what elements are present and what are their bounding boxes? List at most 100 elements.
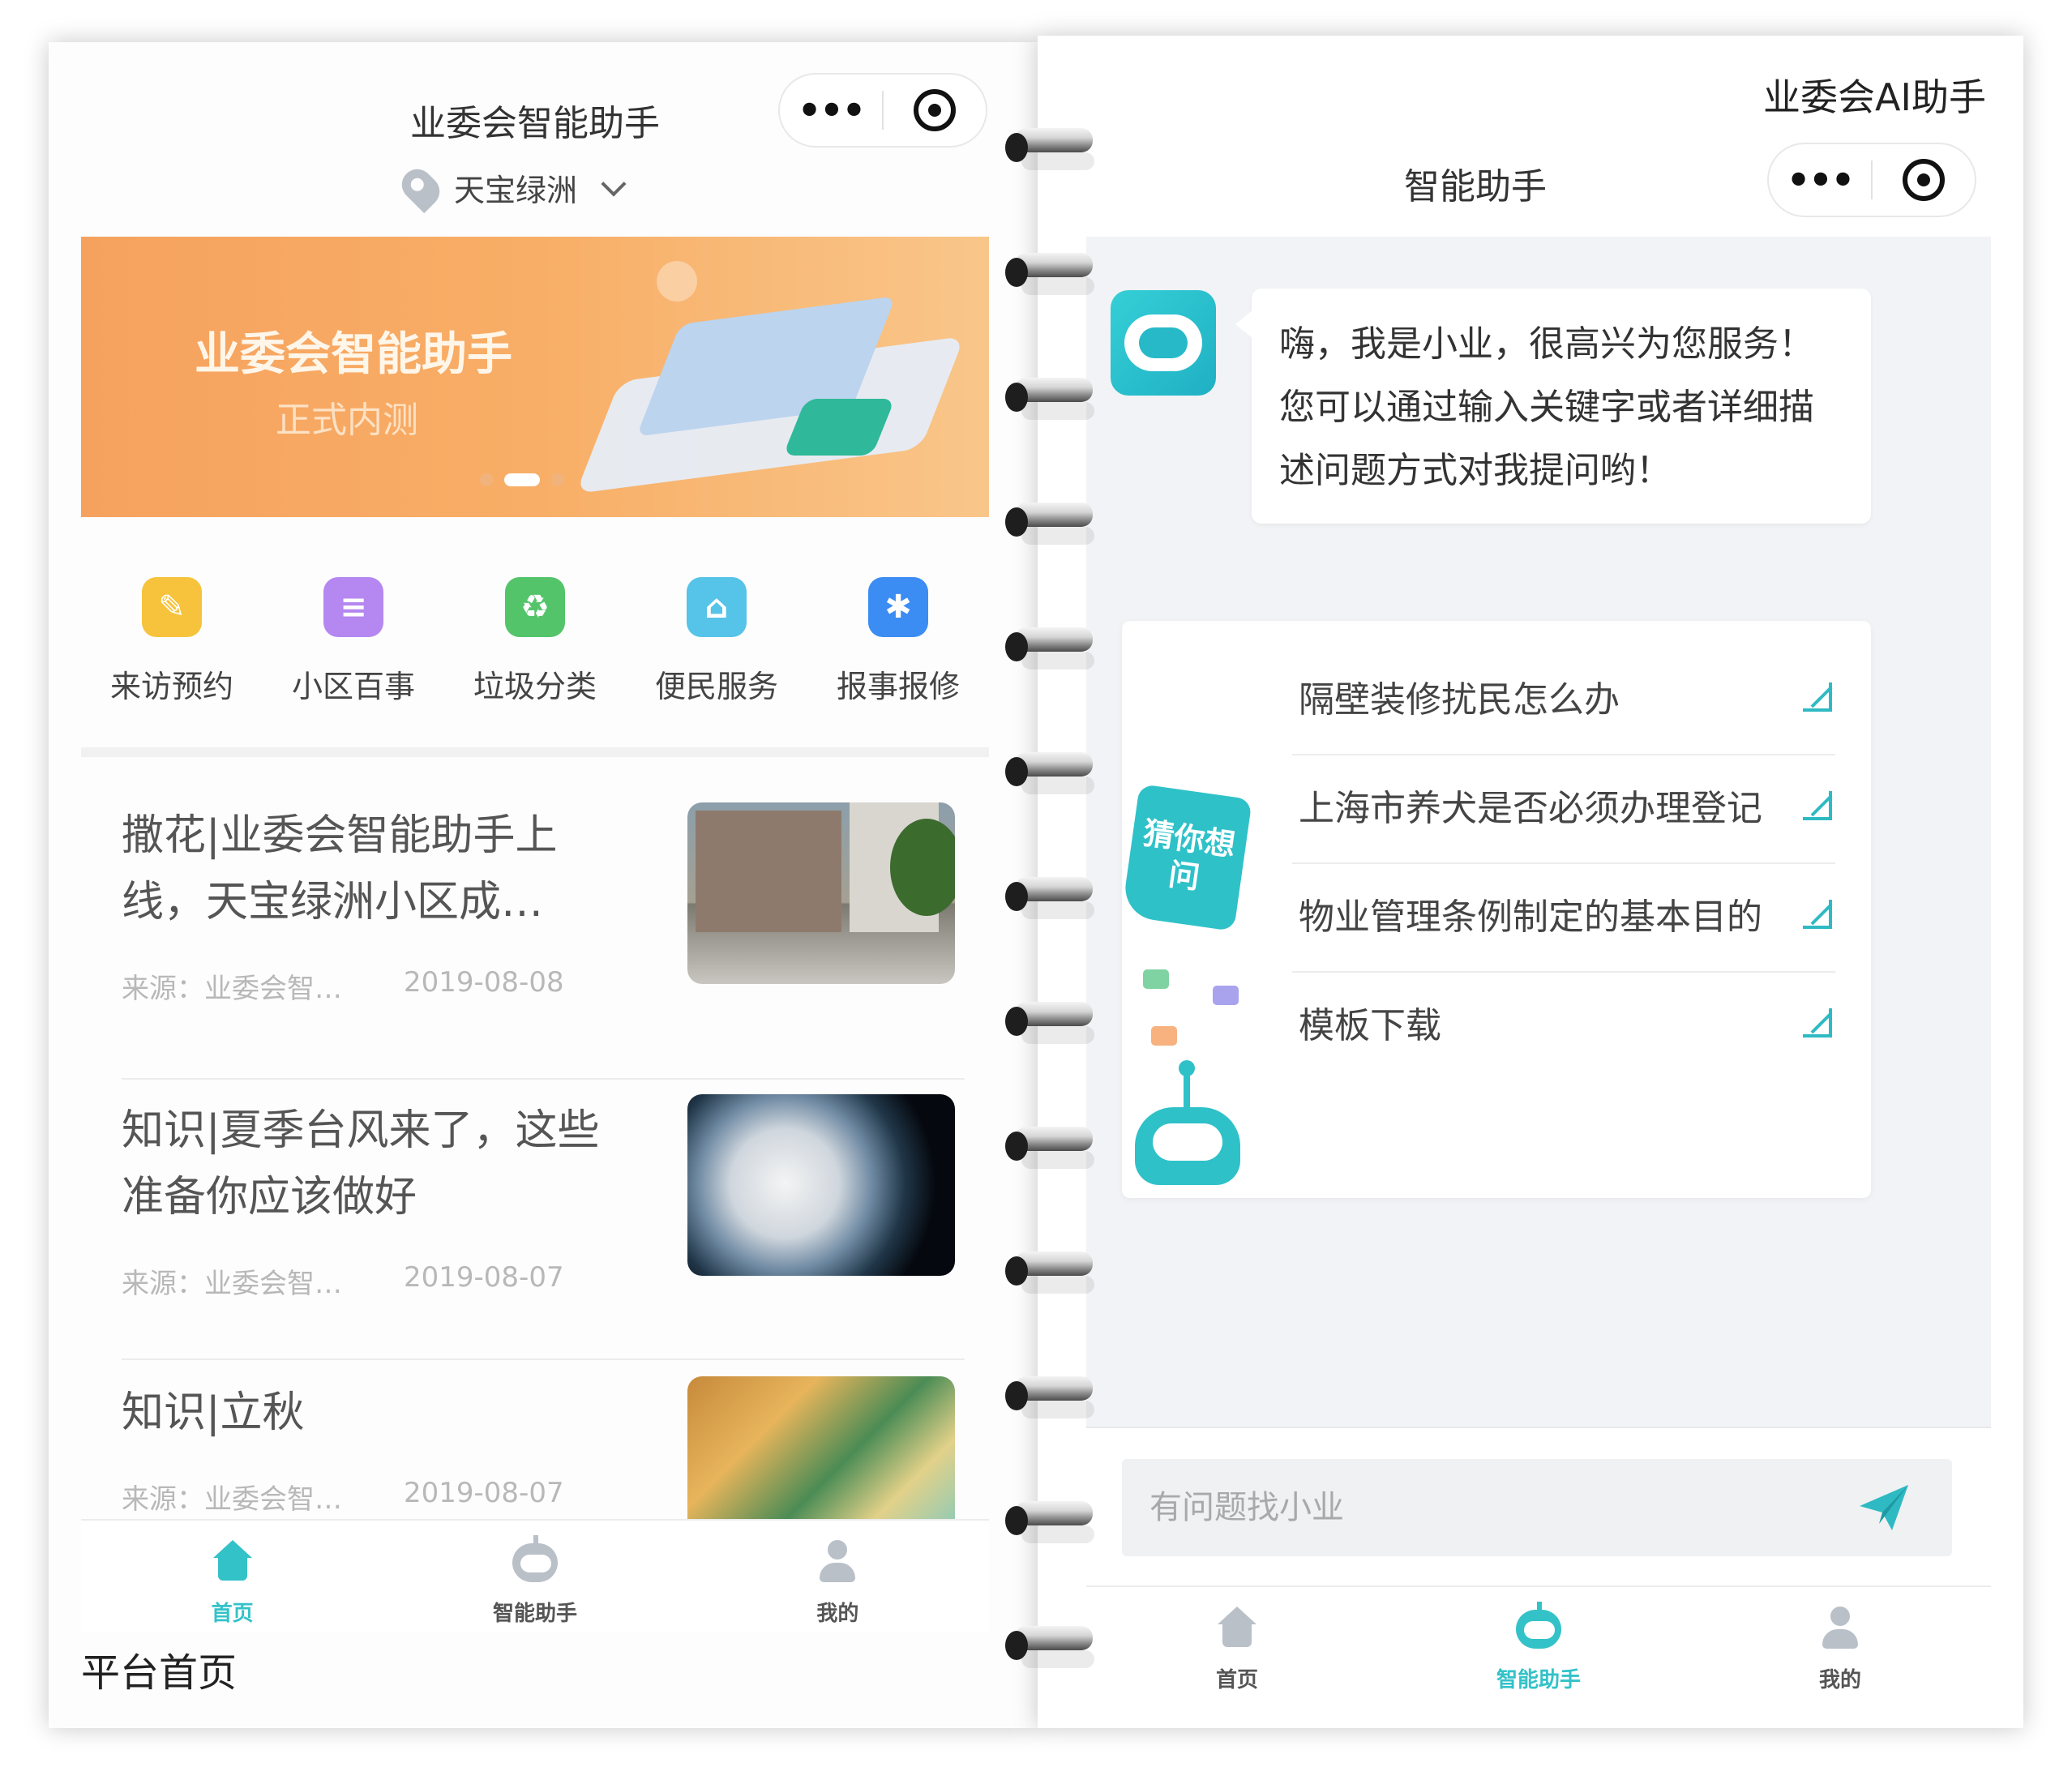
news-source: 来源：业委会智…	[122, 973, 342, 1005]
news-date: 2019-08-07	[404, 1477, 564, 1509]
question-item[interactable]: 模板下载	[1292, 973, 1835, 1080]
shortcut-report-repair[interactable]: ✱ 报事报修	[807, 577, 989, 706]
arrow-corner-icon	[1803, 900, 1833, 929]
shortcut-label: 便民服务	[654, 669, 778, 704]
paper-plane-icon	[1860, 1485, 1908, 1530]
visit-icon: ✎	[142, 577, 202, 637]
section-divider	[81, 747, 989, 757]
binding-ring	[1005, 871, 1094, 922]
tab-label: 智能助手	[492, 1602, 577, 1626]
home-page-screen: 业委会智能助手 ••• 天宝绿洲 业委会智能助手 正式内测 ✎ 来访预约 ≡ 小…	[49, 42, 1038, 1728]
robot-icon	[512, 1535, 558, 1585]
arrow-corner-icon	[1803, 791, 1833, 820]
thumbnail-building	[696, 811, 841, 932]
page-title: 智能助手	[1404, 166, 1547, 208]
shortcut-label: 来访预约	[109, 669, 233, 704]
binding-ring	[1005, 371, 1094, 423]
arrow-corner-icon	[1803, 1008, 1833, 1038]
tab-assistant[interactable]: 智能助手	[1388, 1587, 1689, 1707]
more-menu-button[interactable]: •••	[1769, 143, 1871, 217]
news-thumbnail	[687, 802, 955, 984]
robot-icon	[1516, 1602, 1561, 1652]
binding-ring	[1005, 496, 1094, 548]
input-bar	[1086, 1427, 1991, 1585]
close-program-button[interactable]	[884, 89, 986, 131]
binding-ring	[1005, 1619, 1094, 1671]
tab-label: 我的	[1818, 1668, 1861, 1692]
question-item[interactable]: 物业管理条例制定的基本目的	[1292, 864, 1835, 973]
user-icon	[1817, 1607, 1863, 1652]
shortcut-garbage-sorting[interactable]: ♻ 垃圾分类	[444, 577, 626, 706]
home-icon	[1214, 1607, 1260, 1652]
user-icon	[815, 1540, 860, 1585]
binding-ring	[1005, 122, 1094, 173]
robot-mascot-icon	[1135, 1060, 1240, 1185]
more-menu-button[interactable]: •••	[780, 73, 882, 148]
news-title: 知识|立秋	[122, 1388, 305, 1437]
thumbnail-tree	[890, 819, 955, 916]
mini-program-capsule: •••	[778, 73, 987, 148]
close-program-button[interactable]	[1873, 159, 1975, 201]
news-title: 撒花|业委会智能助手上线，天宝绿洲小区成…	[122, 811, 558, 926]
shortcut-community-affairs[interactable]: ≡ 小区百事	[263, 577, 444, 706]
news-item[interactable]: 知识|夏季台风来了，这些准备你应该做好 来源：业委会智… 2019-08-07	[122, 1081, 965, 1360]
tab-label: 我的	[816, 1602, 859, 1626]
chevron-down-icon	[601, 170, 627, 197]
shortcut-grid: ✎ 来访预约 ≡ 小区百事 ♻ 垃圾分类 ⌂ 便民服务 ✱ 报事报修	[81, 577, 989, 706]
question-item[interactable]: 上海市养犬是否必须办理登记	[1292, 755, 1835, 864]
news-source: 来源：业委会智…	[122, 1483, 342, 1516]
question-input-box	[1122, 1459, 1952, 1556]
recycle-icon: ♻	[505, 577, 565, 637]
news-item[interactable]: 撒花|业委会智能助手上线，天宝绿洲小区成… 来源：业委会智… 2019-08-0…	[122, 802, 965, 1080]
carousel-dot-active[interactable]	[504, 473, 540, 486]
arrow-corner-icon	[1803, 682, 1833, 712]
repair-icon: ✱	[868, 577, 928, 637]
question-list: 隔壁装修扰民怎么办 上海市养犬是否必须办理登记 物业管理条例制定的基本目的 模板…	[1292, 670, 1835, 1080]
question-text: 上海市养犬是否必须办理登记	[1299, 788, 1762, 829]
assistant-page-screen: 业委会AI助手 智能助手 ••• 嗨，我是小业，很高兴为您服务！您可以通过输入关…	[1038, 36, 2023, 1728]
shortcut-label: 报事报修	[836, 669, 960, 704]
question-text: 物业管理条例制定的基本目的	[1299, 896, 1762, 938]
banner-decoration	[657, 261, 697, 302]
news-meta: 来源：业委会智… 2019-08-08	[122, 966, 564, 1006]
news-date: 2019-08-07	[404, 1261, 564, 1294]
tab-home[interactable]: 首页	[81, 1521, 383, 1632]
binding-ring	[1005, 1370, 1094, 1422]
news-thumbnail	[687, 1094, 955, 1276]
send-button[interactable]	[1855, 1478, 1913, 1537]
binding-ring	[1005, 621, 1094, 673]
shortcut-convenience-service[interactable]: ⌂ 便民服务	[626, 577, 807, 706]
carousel-dot[interactable]	[551, 473, 564, 486]
tab-profile[interactable]: 我的	[687, 1521, 989, 1632]
location-name: 天宝绿洲	[454, 173, 578, 208]
chat-bubble-icon	[1143, 969, 1169, 989]
tab-profile[interactable]: 我的	[1689, 1587, 1991, 1707]
location-pin-icon	[395, 162, 447, 213]
bot-avatar	[1111, 290, 1216, 396]
shortcut-label: 垃圾分类	[473, 669, 597, 704]
binding-ring	[1005, 246, 1094, 298]
news-title: 知识|夏季台风来了，这些准备你应该做好	[122, 1106, 600, 1221]
home-icon	[210, 1540, 255, 1585]
news-date: 2019-08-08	[404, 966, 564, 999]
carousel-dot[interactable]	[480, 473, 493, 486]
question-input[interactable]	[1149, 1475, 1847, 1540]
shortcut-visit-booking[interactable]: ✎ 来访预约	[81, 577, 263, 706]
chat-bubble-icon	[1213, 986, 1239, 1005]
shortcut-label: 小区百事	[291, 669, 415, 704]
banner-carousel[interactable]: 业委会智能助手 正式内测	[81, 237, 989, 517]
bot-message-bubble: 嗨，我是小业，很高兴为您服务！您可以通过输入关键字或者详细描述问题方式对我提问哟…	[1235, 289, 1871, 524]
location-selector[interactable]: 天宝绿洲	[395, 162, 627, 213]
question-item[interactable]: 隔壁装修扰民怎么办	[1292, 670, 1835, 755]
carousel-indicator	[480, 473, 564, 486]
tab-assistant[interactable]: 智能助手	[383, 1521, 686, 1632]
question-text: 隔壁装修扰民怎么办	[1299, 679, 1620, 721]
binding-ring	[1005, 1120, 1094, 1172]
tab-bar: 首页 智能助手 我的	[81, 1519, 989, 1632]
chat-area[interactable]: 嗨，我是小业，很高兴为您服务！您可以通过输入关键字或者详细描述问题方式对我提问哟…	[1086, 237, 1991, 1427]
binding-ring	[1005, 995, 1094, 1047]
binding-ring	[1005, 1495, 1094, 1547]
tab-bar: 首页 智能助手 我的	[1086, 1585, 1991, 1707]
tab-home[interactable]: 首页	[1086, 1587, 1388, 1707]
robot-face-icon	[1124, 314, 1202, 371]
